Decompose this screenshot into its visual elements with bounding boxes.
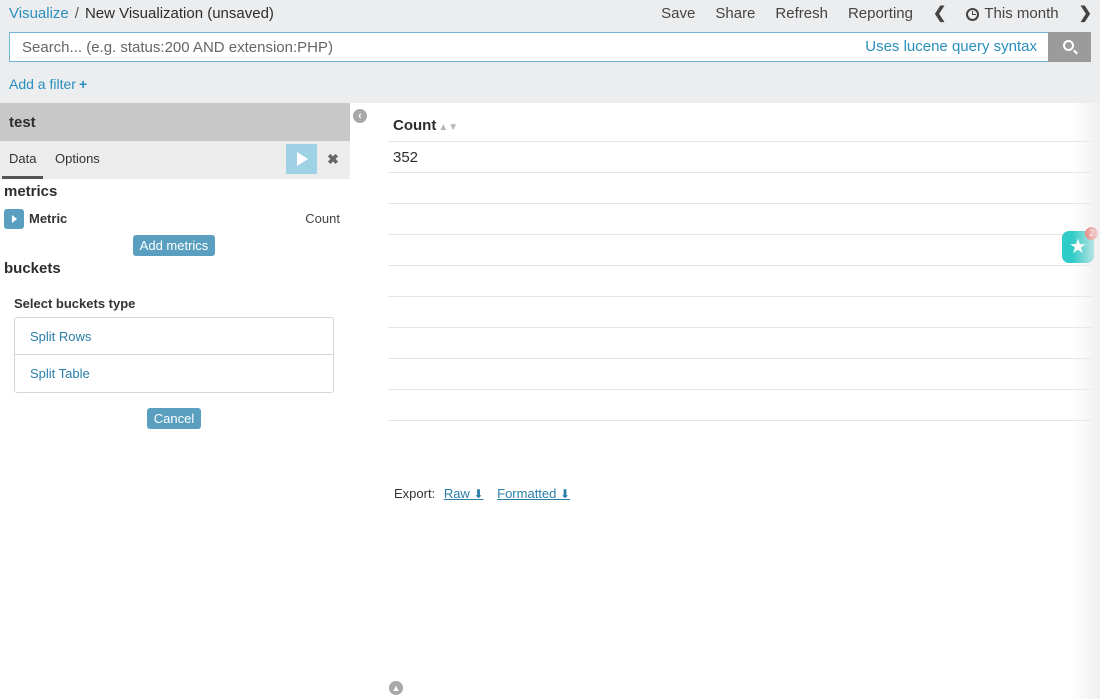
expand-caret-icon[interactable] xyxy=(4,209,24,229)
add-filter-button[interactable]: Add a filter + xyxy=(9,76,87,92)
sort-icon[interactable]: ▲▼ xyxy=(438,122,458,133)
select-buckets-type-label: Select buckets type xyxy=(14,296,136,311)
metric-value: Count xyxy=(305,211,340,226)
metrics-section-title: metrics xyxy=(4,183,58,200)
apply-changes-play-icon[interactable] xyxy=(286,144,317,174)
export-bar: Export: Raw ⬇ Formatted ⬇ xyxy=(394,486,570,501)
search-button[interactable] xyxy=(1048,32,1091,62)
lucene-syntax-link[interactable]: Uses lucene query syntax xyxy=(865,33,1048,61)
download-icon: ⬇ xyxy=(560,487,571,501)
table-row-empty xyxy=(388,359,1093,390)
time-range-label: This month xyxy=(984,5,1059,22)
chevron-up-icon[interactable]: ▲ xyxy=(389,681,403,695)
sidebar-tabs: Data Options ✖ xyxy=(0,141,350,179)
export-raw-label: Raw xyxy=(443,486,470,501)
save-button[interactable]: Save xyxy=(661,5,695,23)
search-input[interactable] xyxy=(10,33,866,61)
breadcrumb-separator: / xyxy=(74,5,79,22)
plus-icon: + xyxy=(78,76,88,92)
export-raw-link[interactable]: Raw ⬇ xyxy=(444,486,484,501)
metric-label: Metric xyxy=(29,211,68,226)
export-formatted-link[interactable]: Formatted ⬇ xyxy=(497,486,570,501)
data-table: Count ▲▼ 352 xyxy=(388,114,1093,421)
search-icon xyxy=(1063,40,1074,51)
search-bar: Uses lucene query syntax xyxy=(9,32,1091,62)
split-rows-option[interactable]: Split Rows xyxy=(15,318,333,355)
star-widget-button[interactable]: ★ 2 xyxy=(1062,227,1098,263)
visualization-title: test xyxy=(0,103,350,141)
top-bar: Visualize / New Visualization (unsaved) Sa… xyxy=(0,0,1100,103)
download-icon: ⬇ xyxy=(473,487,484,501)
share-button[interactable]: Share xyxy=(715,5,755,23)
sidebar: test Data Options ✖ metrics Metric Count… xyxy=(0,103,350,699)
table-row-empty xyxy=(388,328,1093,359)
clock-icon xyxy=(966,7,980,21)
table-row-empty xyxy=(388,204,1093,235)
breadcrumb-visualize-link[interactable]: Visualize xyxy=(9,5,69,22)
refresh-button[interactable]: Refresh xyxy=(775,5,828,23)
tab-options[interactable]: Options xyxy=(55,151,100,166)
top-menu: Save Share Refresh Reporting ❮ This mont… xyxy=(661,5,1092,23)
table-row-empty xyxy=(388,390,1093,421)
split-table-option[interactable]: Split Table xyxy=(15,355,333,392)
reporting-button[interactable]: Reporting xyxy=(848,5,913,23)
chevron-right-icon[interactable]: ❯ xyxy=(1079,5,1092,23)
tab-data[interactable]: Data xyxy=(2,151,44,179)
table-row-empty xyxy=(388,266,1093,297)
collapse-sidebar-icon[interactable]: ‹ xyxy=(353,109,367,123)
buckets-section-title: buckets xyxy=(4,260,61,277)
table-row-empty xyxy=(388,235,1093,266)
table-row-empty xyxy=(388,297,1093,328)
cancel-button[interactable]: Cancel xyxy=(147,408,201,429)
notification-badge: 2 xyxy=(1085,227,1098,240)
metric-aggregation-row[interactable]: Metric Count xyxy=(4,209,340,229)
export-label: Export: xyxy=(394,486,436,501)
add-filter-label: Add a filter xyxy=(9,76,76,92)
bucket-type-list: Split Rows Split Table xyxy=(14,317,334,393)
time-picker-button[interactable]: This month xyxy=(966,5,1059,23)
breadcrumb: Visualize / New Visualization (unsaved) xyxy=(9,5,274,23)
export-formatted-label: Formatted xyxy=(497,486,557,501)
discard-close-icon[interactable]: ✖ xyxy=(318,144,348,174)
star-icon: ★ xyxy=(1069,236,1087,258)
add-metrics-button[interactable]: Add metrics xyxy=(133,235,215,256)
table-row-empty xyxy=(388,173,1093,204)
chevron-left-icon[interactable]: ❮ xyxy=(933,5,946,23)
column-header-count[interactable]: Count ▲▼ xyxy=(388,114,1093,142)
column-header-label: Count xyxy=(393,117,437,134)
table-row: 352 xyxy=(388,142,1093,173)
page-title: New Visualization (unsaved) xyxy=(84,5,274,22)
